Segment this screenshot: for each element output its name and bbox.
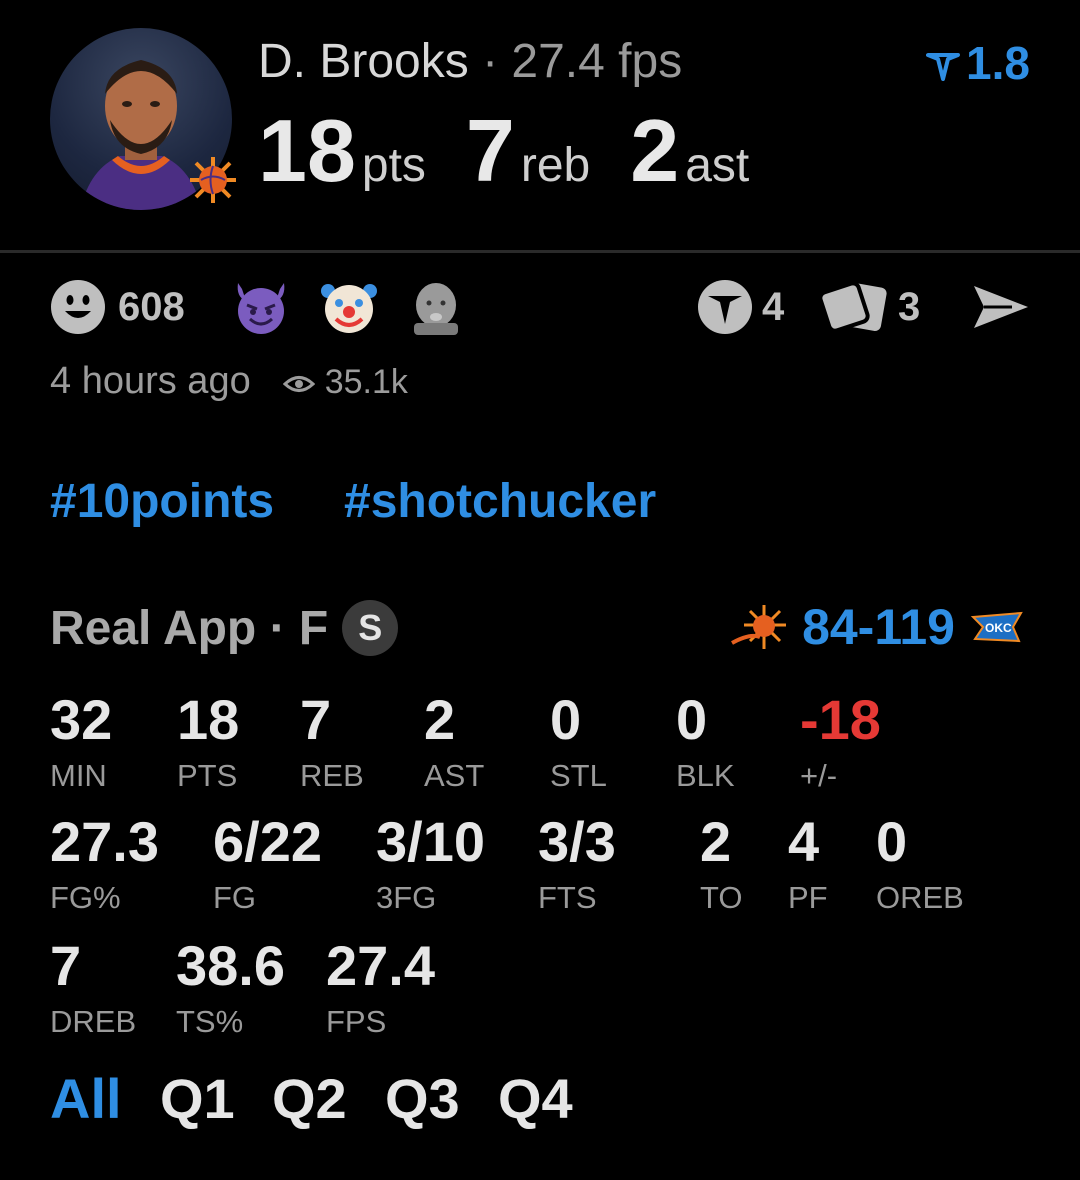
stat-fts: 3/3 FTS [538, 810, 616, 916]
suns-logo-icon [731, 605, 787, 649]
stat-fg: 6/22 FG [213, 810, 322, 916]
stat-ts-pct: 38.6 TS% [176, 934, 285, 1040]
svg-text:OKC: OKC [985, 621, 1012, 635]
rating-badge[interactable]: 1.8 [926, 36, 1030, 90]
hashtag-link[interactable]: #10points [50, 474, 274, 529]
stat-ast: 2 AST [424, 688, 485, 794]
tab-all[interactable]: All [50, 1066, 122, 1131]
game-source: Real App · F S [50, 600, 399, 656]
stat-fg-pct: 27.3 FG% [50, 810, 159, 916]
time-ago: 4 hours ago [50, 360, 251, 402]
fantasy-points-text: 27.4 fps [511, 35, 683, 88]
baby-reaction-button[interactable] [408, 280, 464, 335]
stat-3fg: 3/10 3FG [376, 810, 485, 916]
stat-to: 2 TO [700, 810, 743, 916]
tab-q3[interactable]: Q3 [385, 1066, 460, 1131]
smile-icon [51, 280, 105, 334]
share-button[interactable] [972, 280, 1030, 334]
stat-min: 32 MIN [50, 688, 113, 794]
views-count: 35.1k [324, 363, 408, 401]
smile-reaction-count: 608 [118, 284, 185, 329]
separator-dot: · [482, 35, 499, 88]
game-source-label: Real App · F [50, 601, 329, 655]
clown-emoji-icon [321, 284, 377, 333]
send-icon [974, 286, 1028, 328]
smile-reaction-button[interactable]: 608 [50, 280, 185, 334]
rating-value: 1.8 [966, 37, 1030, 89]
player-name[interactable]: D. Brooks [258, 35, 469, 88]
hashtag-link[interactable]: #shotchucker [344, 474, 656, 529]
rebounds-unit: reb [520, 139, 591, 192]
stat-plus-minus: -18 +/- [800, 688, 881, 794]
cards-count: 3 [898, 284, 921, 329]
player-title-line: D. Brooks · 27.4 fps [258, 34, 682, 89]
clown-reaction-button[interactable] [320, 280, 378, 334]
comment-triangle-icon [698, 280, 752, 334]
headline-statline: 18 pts 7 reb 2 ast [258, 100, 789, 202]
suns-team-badge-icon [188, 155, 238, 205]
score-value: 84-119 [802, 599, 955, 655]
post-meta: 4 hours ago 35.1k [50, 360, 408, 403]
points-value: 18 [258, 101, 356, 200]
points-unit: pts [361, 139, 426, 192]
baby-emoji-icon [414, 283, 458, 335]
cards-icon [820, 281, 887, 333]
devil-reaction-button[interactable] [232, 280, 290, 334]
assists-value: 2 [630, 101, 680, 200]
stat-pts: 18 PTS [177, 688, 240, 794]
stat-dreb: 7 DREB [50, 934, 137, 1040]
comments-button[interactable]: 4 [696, 280, 784, 334]
season-badge[interactable]: S [342, 600, 399, 656]
stat-fps: 27.4 FPS [326, 934, 435, 1040]
comments-count: 4 [762, 284, 785, 329]
devil-emoji-icon [237, 283, 285, 334]
rating-arrow-icon [926, 52, 961, 81]
assists-unit: ast [685, 139, 750, 192]
okc-logo-icon: OKC [970, 611, 1023, 643]
views-group: 35.1k [283, 363, 408, 401]
tab-q4[interactable]: Q4 [498, 1066, 573, 1131]
stat-stl: 0 STL [550, 688, 607, 794]
rebounds-value: 7 [465, 101, 515, 200]
tab-q2[interactable]: Q2 [272, 1066, 347, 1131]
cards-button[interactable]: 3 [820, 280, 920, 334]
stat-pf: 4 PF [788, 810, 828, 916]
stat-reb: 7 REB [300, 688, 364, 794]
game-score[interactable]: 84-119 OKC [730, 598, 1025, 656]
stat-oreb: 0 OREB [876, 810, 964, 916]
eye-icon [283, 376, 316, 393]
tab-q1[interactable]: Q1 [160, 1066, 235, 1131]
stat-blk: 0 BLK [676, 688, 735, 794]
header-divider [0, 250, 1080, 253]
